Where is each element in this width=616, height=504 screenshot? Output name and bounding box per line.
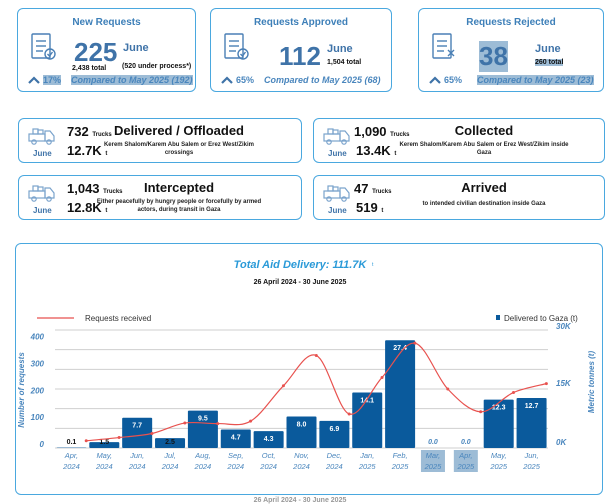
requests-point [347,412,351,416]
bar-label: 4.7 [231,435,241,442]
x-tick-month: Jul, [163,451,176,460]
requests-point [380,375,384,379]
chart-subtitle: 26 April 2024 - 30 June 2025 [254,279,347,286]
bar-label: 2.5 [165,439,175,446]
x-tick-year: 2024 [259,462,277,471]
x-tick-year: 2025 [489,462,508,471]
x-tick-month: Feb, [393,451,408,460]
bar-label: 0.1 [67,439,77,446]
y-left-tick: 400 [30,333,45,342]
requests-point [216,422,220,426]
requests-point [479,410,483,414]
x-tick-year: 2024 [161,462,179,471]
requests-point [84,439,88,443]
requests-point [314,353,318,357]
y-right-tick: 15K [556,379,572,388]
x-tick-month: Jan, [359,451,374,460]
requests-point [544,382,548,386]
bar-label: 1.5 [99,439,109,446]
x-tick-year: 2024 [194,462,212,471]
x-tick-year: 2024 [95,462,113,471]
x-tick-month: Apr, [64,451,78,460]
chart-title: Total Aid Delivery: 111.7K [234,259,368,271]
requests-point [183,421,187,425]
y-right-label: Metric tonnes (t) [587,351,596,414]
x-tick-year: 2025 [391,462,410,471]
requests-point [446,387,450,391]
y-right-tick: 30K [556,322,572,331]
y-left-tick: 300 [31,360,45,369]
legend-requests: Requests received [85,314,151,323]
y-left-label: Number of requests [17,352,26,428]
bar-label: 6.9 [329,426,339,433]
bar-label: 7.7 [132,423,142,430]
x-tick-month: Jun, [129,451,144,460]
x-tick-month: Mar, [426,451,441,460]
x-tick-year: 2025 [424,462,443,471]
bar-label: 12.3 [492,405,506,412]
bar-label: 12.7 [525,403,539,410]
x-tick-month: Nov, [294,451,309,460]
x-tick-year: 2025 [456,462,475,471]
x-tick-year: 2024 [292,462,310,471]
x-tick-year: 2024 [128,462,146,471]
requests-point [511,390,515,394]
requests-point [117,436,121,440]
x-tick-month: Dec, [327,451,342,460]
x-tick-year: 2024 [62,462,80,471]
x-tick-month: Sep, [228,451,243,460]
x-tick-month: May, [96,451,112,460]
bar-label: 0.0 [461,439,471,446]
x-tick-year: 2024 [325,462,343,471]
y-left-tick: 0 [40,440,45,449]
requests-point [249,419,253,423]
chart-footer: 26 April 2024 - 30 June 2025 [254,497,347,504]
bar-label: 27.4 [393,345,407,352]
x-tick-month: Apr, [458,451,472,460]
bar-label: 8.0 [297,422,307,429]
bar [385,340,416,448]
y-right-tick: 0K [556,438,567,447]
y-left-tick: 200 [30,386,45,395]
bar-label: 9.5 [198,416,208,423]
x-tick-year: 2024 [226,462,244,471]
chart-title-unit: t [372,262,374,268]
x-tick-month: May, [491,451,507,460]
requests-point [281,384,285,388]
y-left-tick: 100 [31,413,45,422]
requests-point [150,432,154,436]
x-tick-month: Aug, [194,451,210,460]
x-tick-year: 2025 [358,462,377,471]
bar-label: 0.0 [428,439,438,446]
bar-label: 4.3 [264,436,274,443]
legend-bar-swatch [496,315,500,320]
x-tick-year: 2025 [522,462,541,471]
x-tick-month: Oct, [262,451,276,460]
x-tick-month: Jun, [523,451,538,460]
requests-point [413,341,417,345]
aid-delivery-chart: Total Aid Delivery: 111.7K t 26 April 2024… [17,259,596,504]
